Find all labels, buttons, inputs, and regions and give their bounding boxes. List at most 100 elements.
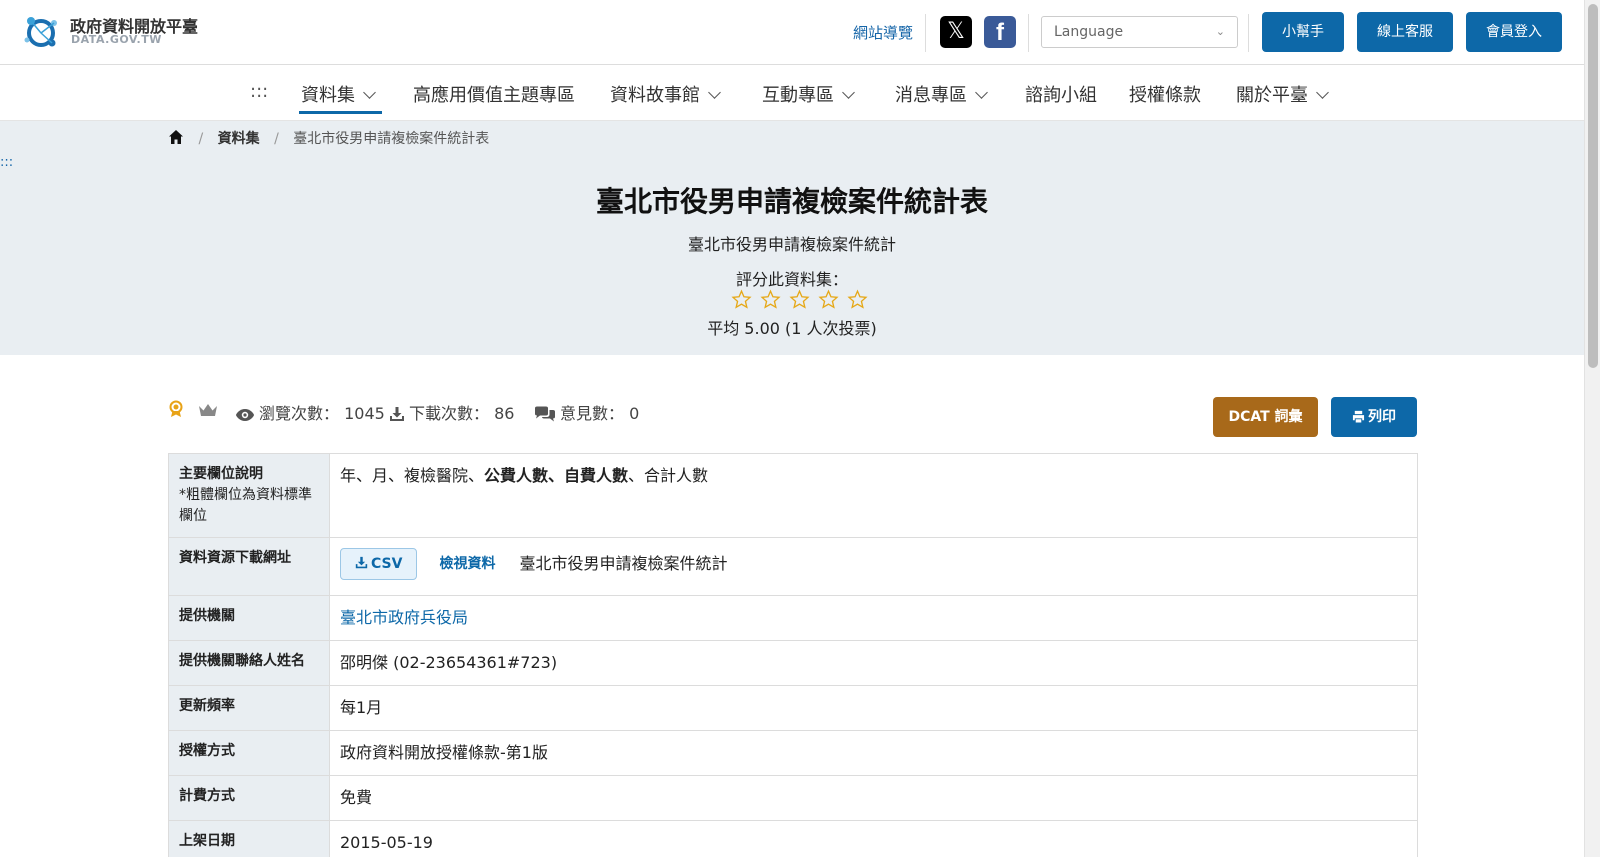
view-data-link[interactable]: 檢視資料 [439,556,495,572]
row-value: 免費 [329,775,1418,821]
nav-active-indicator [299,111,382,114]
divider [1248,14,1249,52]
row-label: 上架日期 [168,820,330,857]
table-row: 計費方式 免費 [168,775,1418,821]
chevron-down-icon [975,86,988,99]
star-icon[interactable] [789,289,810,310]
breadcrumb-current: 臺北市役男申請複檢案件統計表 [293,131,490,147]
star-icon[interactable] [847,289,868,310]
chevron-down-icon [842,86,855,99]
table-row: 提供機關聯絡人姓名 邵明傑 (02-23654361#723) [168,640,1418,686]
csv-label: CSV [371,556,403,572]
nav-item-advisory[interactable]: 諮詢小組 [1025,81,1097,107]
csv-download-button[interactable]: CSV [340,548,418,580]
row-label: 計費方式 [168,775,330,821]
login-button[interactable]: 會員登入 [1466,12,1562,52]
facebook-icon[interactable]: f [984,16,1016,48]
language-select[interactable]: Language ⌄ [1041,16,1238,48]
dcat-button[interactable]: DCAT 詞彙 [1213,397,1318,437]
nav-item-news[interactable]: 消息專區 [895,81,988,107]
row-value: 年、月、複檢醫院、公費人數、自費人數、合計人數 [329,453,1418,538]
row-value: 臺北市政府兵役局 [329,595,1418,641]
views-stat: 瀏覽次數： 1045 [235,400,385,424]
print-label: 列印 [1368,409,1396,425]
customer-service-button[interactable]: 線上客服 [1357,12,1453,52]
language-select-value: Language [1054,24,1124,40]
home-icon[interactable] [168,129,184,145]
nav-item-high-value[interactable]: 高應用價值主題專區 [413,81,575,107]
scrollbar-thumb[interactable] [1588,4,1598,368]
nav-item-label: 諮詢小組 [1025,85,1097,106]
logo-subtitle: DATA.GOV.TW [71,33,162,46]
star-icon[interactable] [731,289,752,310]
row-label: 資料資源下載網址 [168,537,330,596]
comments-count: 0 [629,404,640,423]
nav-item-label: 消息專區 [895,85,967,106]
site-logo[interactable]: 政府資料開放平臺 DATA.GOV.TW [22,11,212,51]
nav-accesskey[interactable]: ::: [250,81,268,102]
star-icon[interactable] [818,289,839,310]
row-value: 政府資料開放授權條款-第1版 [329,730,1418,776]
downloads-label: 下載次數： [409,404,490,423]
resource-name: 臺北市役男申請複檢案件統計 [519,554,728,573]
nav-item-label: 關於平臺 [1236,85,1308,106]
nav-item-stories[interactable]: 資料故事館 [610,81,721,107]
views-count: 1045 [344,404,385,423]
sitemap-link[interactable]: 網站導覽 [853,22,913,43]
download-icon [390,407,404,421]
helper-button[interactable]: 小幫手 [1262,12,1344,52]
nav-item-datasets[interactable]: 資料集 [301,81,376,107]
table-row: 資料資源下載網址 CSV 檢視資料 臺北市役男申請複檢案件統計 [168,537,1418,596]
page-subtitle: 臺北市役男申請複檢案件統計 [687,235,896,254]
fields-plain: 年、月、複檢醫院、 [340,466,485,485]
chevron-down-icon: ⌄ [1215,25,1225,38]
top-header: 政府資料開放平臺 DATA.GOV.TW 網站導覽 𝕏 f Language ⌄… [0,0,1584,65]
nav-item-label: 授權條款 [1129,85,1201,106]
row-value: 2015-05-19 [329,820,1418,857]
nav-item-about[interactable]: 關於平臺 [1236,81,1329,107]
crown-icon [198,400,222,419]
row-label: 更新頻率 [168,685,330,731]
logo-icon [24,17,57,47]
dataset-info-table: 主要欄位說明 *粗體欄位為資料標準欄位 年、月、複檢醫院、公費人數、自費人數、合… [168,453,1418,857]
row-value: 邵明傑 (02-23654361#723) [329,640,1418,686]
star-icon[interactable] [760,289,781,310]
content-accesskey[interactable]: ::: [0,155,13,170]
x-twitter-icon[interactable]: 𝕏 [940,16,972,48]
fields-label: 主要欄位說明 [179,466,263,482]
chevron-down-icon [363,86,376,99]
row-label: 提供機關聯絡人姓名 [168,640,330,686]
breadcrumb-datasets[interactable]: 資料集 [218,131,260,147]
row-label: 主要欄位說明 *粗體欄位為資料標準欄位 [168,453,330,538]
provider-org-link[interactable]: 臺北市政府兵役局 [340,608,468,627]
nav-item-interactive[interactable]: 互動專區 [762,81,855,107]
comments-icon [535,406,555,422]
comments-label: 意見數： [560,404,625,423]
print-button[interactable]: 列印 [1331,397,1417,437]
table-row: 授權方式 政府資料開放授權條款-第1版 [168,730,1418,776]
printer-icon [1352,410,1365,423]
breadcrumb-separator: / [198,131,204,147]
fields-note: *粗體欄位為資料標準欄位 [179,487,312,524]
nav-item-label: 高應用價值主題專區 [413,85,575,106]
rating-average: 平均 5.00 (1 人次投票) [707,319,877,338]
nav-item-label: 互動專區 [762,85,834,106]
rating-stars[interactable] [731,289,868,311]
divider [925,14,926,52]
row-value: CSV 檢視資料 臺北市役男申請複檢案件統計 [329,537,1418,596]
comments-stat: 意見數： 0 [534,400,639,424]
chevron-down-icon [1316,86,1329,99]
row-value: 每1月 [329,685,1418,731]
rating-label: 評分此資料集： [735,270,848,289]
main-nav: ::: 資料集 高應用價值主題專區 資料故事館 互動專區 消息專區 諮詢小組 授… [0,65,1584,121]
page-title: 臺北市役男申請複檢案件統計表 [595,185,988,218]
table-row: 提供機關 臺北市政府兵役局 [168,595,1418,641]
breadcrumb-separator: / [274,131,279,147]
divider [1028,14,1029,52]
row-label: 授權方式 [168,730,330,776]
page-scrollbar[interactable] [1584,0,1600,857]
nav-item-license[interactable]: 授權條款 [1129,81,1201,107]
row-label: 提供機關 [168,595,330,641]
breadcrumb: / 資料集 / 臺北市役男申請複檢案件統計表 [168,128,489,148]
nav-item-label: 資料故事館 [610,85,700,106]
